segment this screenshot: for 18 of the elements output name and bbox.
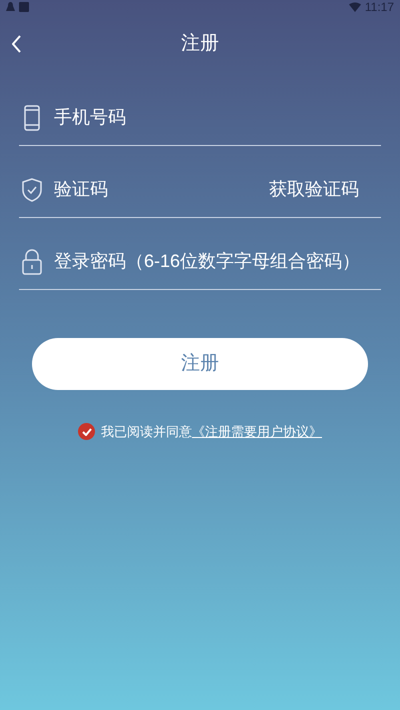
password-field[interactable]: 登录密码（6-16位数字字母组合密码） — [54, 248, 381, 275]
register-button[interactable]: 注册 — [32, 338, 368, 390]
lock-icon — [22, 248, 42, 274]
phone-field[interactable]: 手机号码 — [54, 104, 381, 131]
page-title: 注册 — [181, 32, 219, 56]
notification-icon — [6, 2, 15, 12]
shield-check-icon — [22, 178, 42, 202]
phone-icon — [24, 104, 40, 130]
check-icon — [82, 428, 92, 436]
get-code-button[interactable]: 获取验证码 — [269, 176, 359, 203]
square-icon — [19, 2, 29, 12]
status-time: 11:17 — [364, 1, 394, 13]
wifi-icon — [348, 2, 361, 12]
agreement-link[interactable]: 《注册需要用户协议》 — [192, 422, 322, 442]
code-field[interactable]: 验证码 — [54, 176, 269, 203]
agreement-text: 我已阅读并同意 — [101, 423, 192, 441]
agreement-checkbox[interactable] — [78, 423, 95, 440]
back-icon — [12, 35, 22, 53]
